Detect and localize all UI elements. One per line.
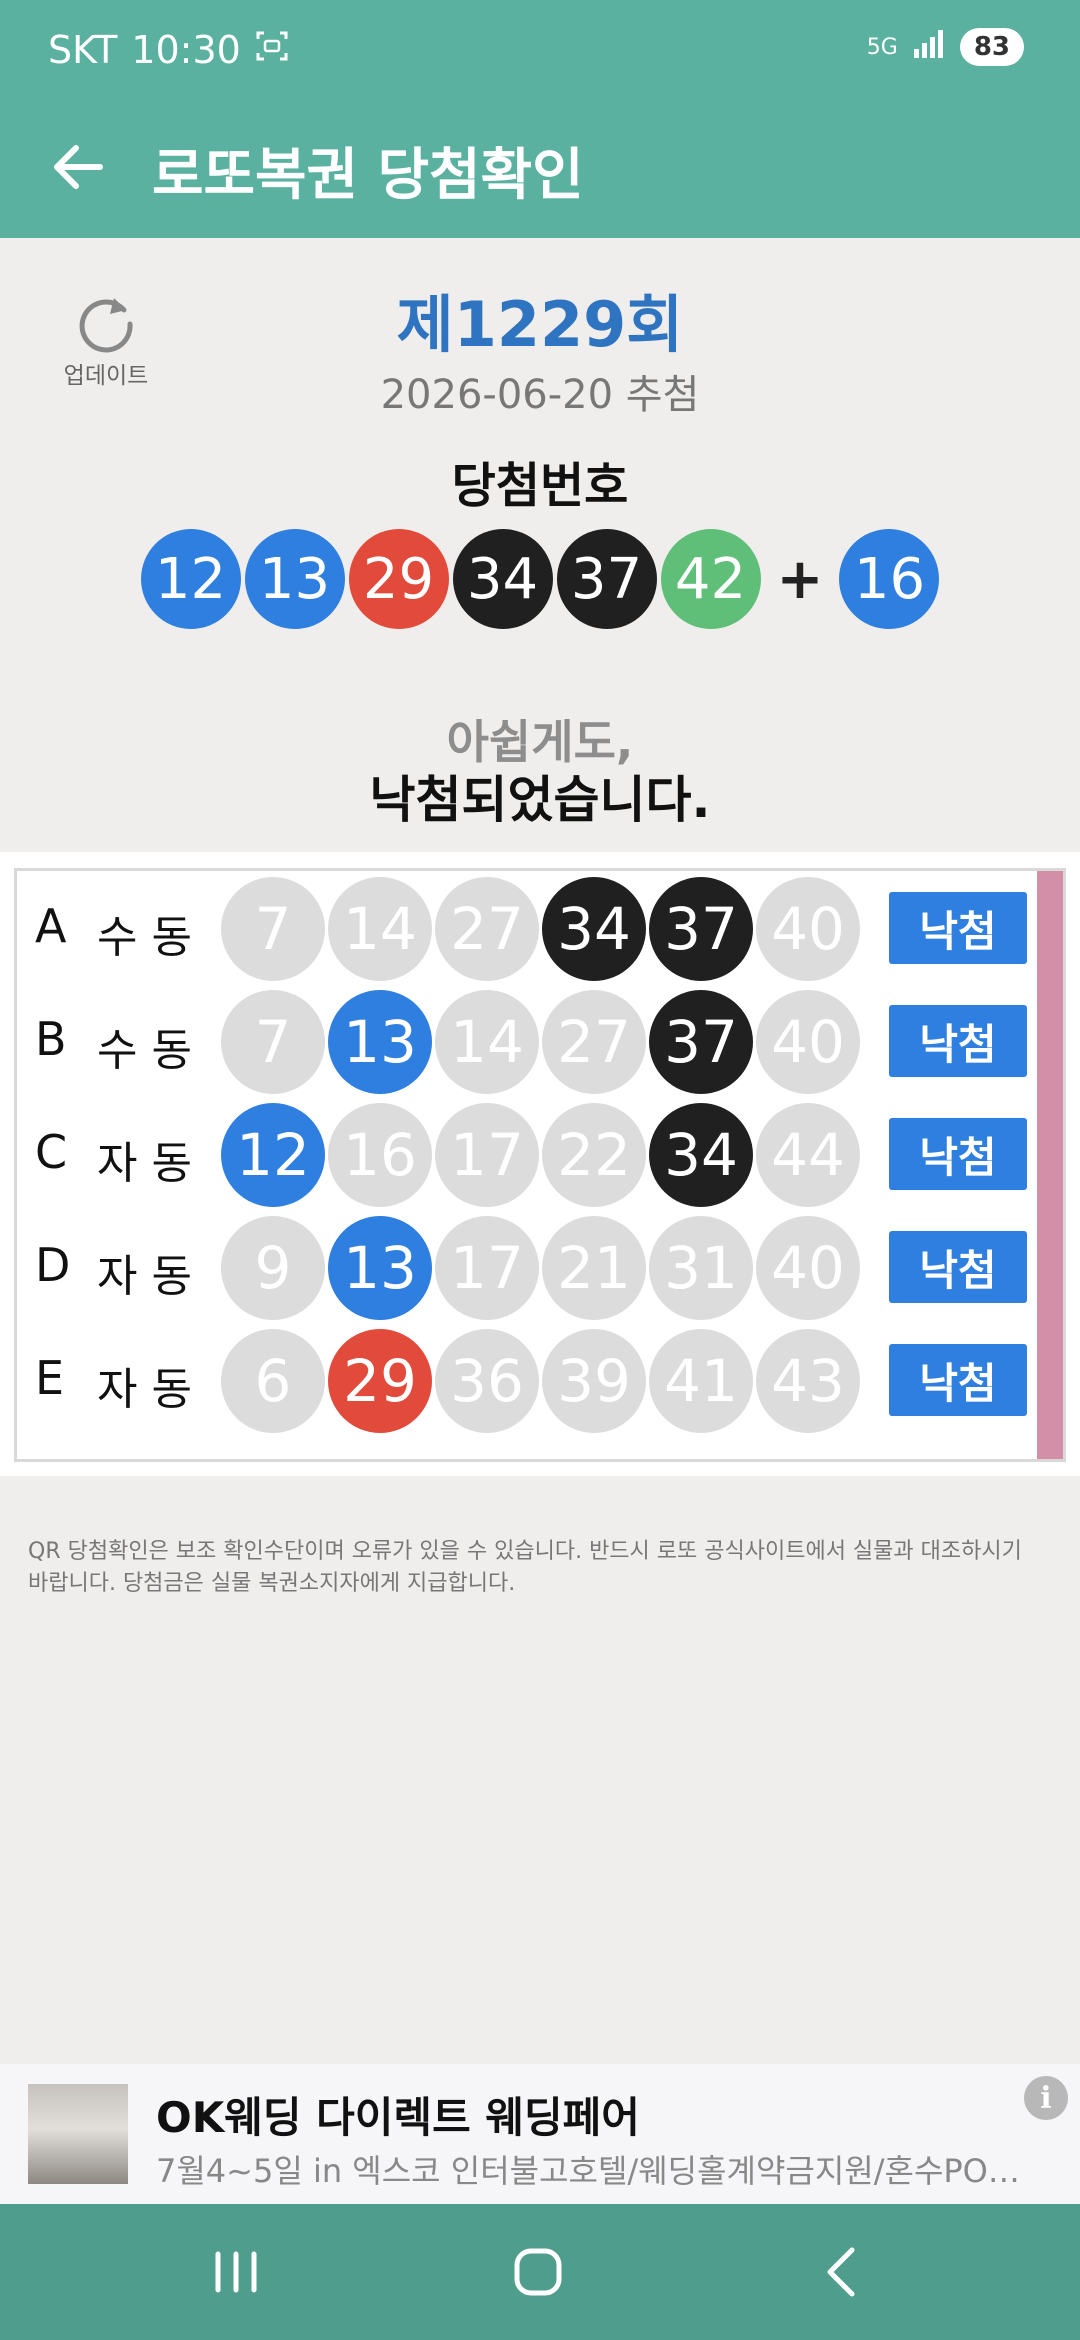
ticket-row: E 자동 6 29 36 39 41 43 낙첨	[17, 1325, 1027, 1433]
app-bar: 로또복권 당첨확인	[0, 100, 1080, 238]
status-bar: SKT 10:30 5G 83	[0, 0, 1080, 100]
ad-title: OK웨딩 다이렉트 웨딩페어	[156, 2093, 640, 2142]
ticket-ball-matched: 37	[649, 877, 753, 981]
ticket-numbers: 12 16 17 22 34 44	[221, 1103, 863, 1207]
system-nav-bar	[0, 2204, 1080, 2340]
ticket-result-button[interactable]: 낙첨	[889, 1005, 1027, 1077]
ticket-ball: 39	[542, 1329, 646, 1433]
ticket-row: C 자동 12 16 17 22 34 44 낙첨	[17, 1099, 1027, 1207]
ticket-panel: A 수동 7 14 27 34 37 40 낙첨 B 수동 7 13 14 27…	[0, 852, 1080, 1476]
carrier-label: SKT	[48, 28, 118, 72]
plus-sign: +	[776, 546, 824, 612]
result-message-line2: 낙첨되었습니다.	[369, 771, 711, 829]
ticket-ball: 40	[756, 1216, 860, 1320]
ticket-ball: 9	[221, 1216, 325, 1320]
signal-icon	[912, 29, 946, 65]
ticket-numbers: 6 29 36 39 41 43	[221, 1329, 863, 1433]
winning-numbers-label: 당첨번호	[451, 458, 629, 514]
ticket-row: A 수동 7 14 27 34 37 40 낙첨	[17, 873, 1027, 981]
ticket-ball: 7	[221, 990, 325, 1094]
ticket-result-button[interactable]: 낙첨	[889, 1344, 1027, 1416]
recent-apps-icon	[215, 2251, 257, 2293]
home-button[interactable]	[508, 2242, 568, 2302]
chevron-left-icon	[827, 2247, 855, 2297]
ticket-letter: A	[35, 899, 67, 953]
ticket-ball: 6	[221, 1329, 325, 1433]
clock: 10:30	[131, 28, 241, 72]
network-label: 5G	[866, 34, 898, 60]
ticket-ball-matched: 34	[649, 1103, 753, 1207]
ticket-ball-matched: 29	[328, 1329, 432, 1433]
draw-date: 2026-06-20 추첨	[380, 372, 700, 418]
ticket-ball-matched: 13	[328, 990, 432, 1094]
status-left: SKT 10:30	[48, 28, 289, 72]
ticket-numbers: 7 14 27 34 37 40	[221, 877, 863, 981]
winning-ball: 37	[556, 529, 657, 629]
battery-indicator: 83	[959, 28, 1024, 66]
ticket-mode: 자동	[97, 1251, 206, 1302]
ticket-ball: 27	[435, 877, 539, 981]
ticket-numbers: 7 13 14 27 37 40	[221, 990, 863, 1094]
bonus-ball: 16	[839, 529, 940, 629]
ticket-ball: 14	[328, 877, 432, 981]
ticket-result-button[interactable]: 낙첨	[889, 1231, 1027, 1303]
draw-number: 제1229회	[396, 288, 684, 361]
ticket-letter: C	[35, 1125, 68, 1179]
ticket-ball: 7	[221, 877, 325, 981]
ticket-ball: 16	[328, 1103, 432, 1207]
page-title: 로또복권 당첨확인	[152, 143, 584, 208]
ticket-numbers: 9 13 17 21 31 40	[221, 1216, 863, 1320]
ticket-ball: 22	[542, 1103, 646, 1207]
back-nav-button[interactable]	[812, 2242, 872, 2302]
ticket-letter: B	[35, 1012, 67, 1066]
ticket-ball: 43	[756, 1329, 860, 1433]
scroll-indicator	[1037, 871, 1063, 1459]
winning-ball: 29	[348, 529, 449, 629]
ticket-ball-matched: 34	[542, 877, 646, 981]
ticket-ball-matched: 13	[328, 1216, 432, 1320]
screenshot-icon	[255, 28, 289, 72]
status-right: 5G 83	[867, 28, 1024, 66]
ticket-mode: 자동	[97, 1364, 206, 1415]
ticket-letter: D	[35, 1238, 71, 1292]
ticket-ball: 40	[756, 877, 860, 981]
ad-thumbnail	[28, 2084, 128, 2184]
ticket-result-button[interactable]: 낙첨	[889, 1118, 1027, 1190]
ad-banner[interactable]: OK웨딩 다이렉트 웨딩페어 7월4~5일 in 엑스코 인터불고호텔/웨딩홀계…	[0, 2064, 1080, 2204]
arrow-left-icon	[54, 145, 103, 189]
winning-ball: 13	[244, 529, 345, 629]
ad-subtitle: 7월4~5일 in 엑스코 인터불고호텔/웨딩홀계약금지원/혼수POWER	[156, 2152, 1036, 2190]
ticket-ball: 21	[542, 1216, 646, 1320]
ticket-ball: 14	[435, 990, 539, 1094]
ticket-row: B 수동 7 13 14 27 37 40 낙첨	[17, 986, 1027, 1094]
ticket-ball: 17	[435, 1103, 539, 1207]
ticket-row: D 자동 9 13 17 21 31 40 낙첨	[17, 1212, 1027, 1320]
ticket-ball: 36	[435, 1329, 539, 1433]
ticket-ball: 44	[756, 1103, 860, 1207]
ticket-mode: 수동	[97, 1025, 206, 1076]
ticket-mode: 수동	[97, 912, 206, 963]
winning-numbers: 12 13 29 34 37 42 + 16	[0, 527, 1080, 631]
ticket-list[interactable]: A 수동 7 14 27 34 37 40 낙첨 B 수동 7 13 14 27…	[14, 868, 1066, 1462]
ticket-result-button[interactable]: 낙첨	[889, 892, 1027, 964]
winning-ball: 12	[140, 529, 241, 629]
ticket-letter: E	[35, 1351, 65, 1405]
ticket-ball: 41	[649, 1329, 753, 1433]
disclaimer-text: QR 당첨확인은 보조 확인수단이며 오류가 있을 수 있습니다. 반드시 로또…	[28, 1539, 1022, 1596]
ticket-ball: 27	[542, 990, 646, 1094]
winning-ball: 34	[452, 529, 553, 629]
ticket-ball: 40	[756, 990, 860, 1094]
info-icon[interactable]: i	[1024, 2076, 1068, 2120]
home-icon	[514, 2248, 562, 2296]
winning-ball: 42	[660, 529, 761, 629]
ticket-ball-matched: 37	[649, 990, 753, 1094]
ticket-ball-matched: 12	[221, 1103, 325, 1207]
ticket-mode: 자동	[97, 1138, 206, 1189]
back-button[interactable]	[44, 132, 114, 202]
ticket-ball: 17	[435, 1216, 539, 1320]
recent-apps-button[interactable]	[206, 2242, 266, 2302]
ticket-ball: 31	[649, 1216, 753, 1320]
